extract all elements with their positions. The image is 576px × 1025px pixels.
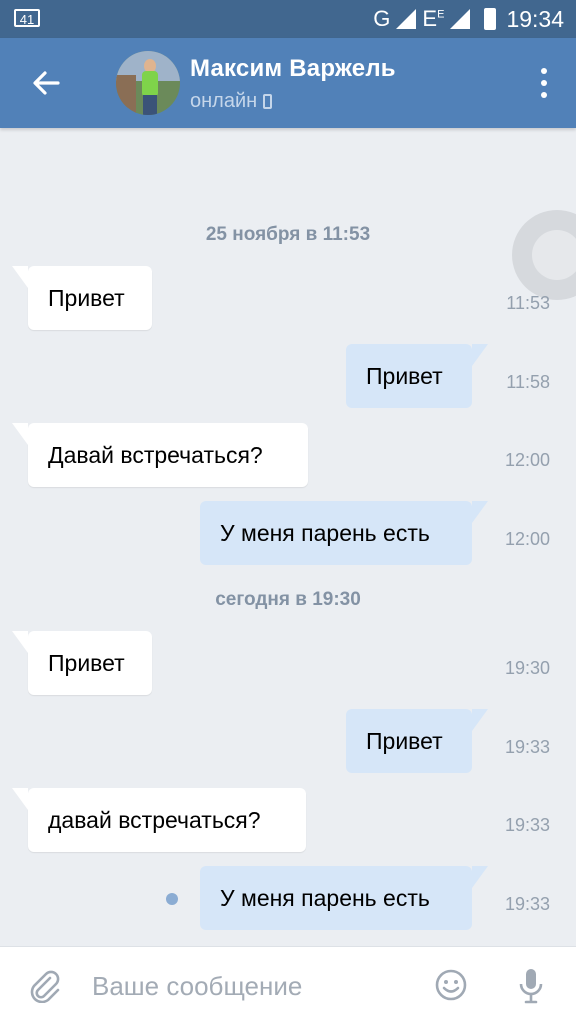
message-time: 12:00: [504, 529, 550, 549]
online-status: онлайн: [190, 90, 273, 113]
message-text: Привет: [48, 284, 125, 311]
message-text: Привет: [366, 727, 443, 754]
online-status-text: онлайн: [190, 90, 258, 112]
date-separator: сегодня в 19:30: [215, 589, 361, 610]
message-incoming[interactable]: Привет: [12, 266, 152, 330]
avatar[interactable]: [116, 51, 180, 115]
status-bar: 41 G EE 19:34: [0, 0, 576, 38]
message-composer: [0, 946, 576, 1025]
chat-header: Максим Варжель онлайн: [0, 38, 576, 128]
message-incoming[interactable]: Давай встречаться?: [12, 423, 308, 487]
message-outgoing[interactable]: Привет: [346, 344, 488, 408]
microphone-icon[interactable]: [516, 967, 546, 1005]
message-time: 11:53: [506, 293, 550, 313]
arrow-left-icon[interactable]: [28, 65, 64, 101]
message-outgoing[interactable]: У меня парень есть: [200, 501, 488, 565]
message-time: 19:33: [504, 894, 550, 914]
message-outgoing[interactable]: Привет: [346, 709, 488, 773]
signal-icon-2: [450, 9, 471, 29]
message-text: Давай встречаться?: [48, 441, 263, 468]
message-time: 19:33: [504, 737, 550, 757]
message-time: 12:00: [504, 450, 550, 470]
network-type-g: G: [373, 6, 391, 31]
status-icons: G EE 19:34: [373, 5, 564, 33]
more-vertical-icon[interactable]: [540, 68, 548, 98]
message-time: 11:58: [506, 372, 550, 392]
message-time: 19:33: [504, 815, 550, 835]
message-text: У меня парень есть: [220, 519, 430, 546]
paperclip-icon[interactable]: [28, 969, 62, 1003]
date-separator: 25 ноября в 11:53: [205, 224, 371, 245]
smile-icon[interactable]: [434, 968, 468, 1002]
mobile-phone-icon: [263, 94, 273, 109]
message-text: Привет: [366, 362, 443, 389]
battery-percent-indicator: 41: [14, 9, 40, 27]
message-incoming[interactable]: давай встречаться?: [12, 788, 306, 852]
message-time: 19:30: [504, 658, 550, 678]
message-text: У меня парень есть: [220, 884, 430, 911]
clock: 19:34: [506, 5, 564, 32]
message-input[interactable]: [92, 969, 412, 1003]
unread-indicator: [166, 893, 178, 905]
contact-name[interactable]: Максим Варжель: [190, 55, 396, 83]
message-outgoing[interactable]: У меня парень есть: [200, 866, 488, 930]
message-text: давай встречаться?: [48, 806, 261, 833]
signal-icon: [396, 9, 417, 29]
network-type-e: EE: [422, 6, 445, 31]
battery-icon: [484, 8, 497, 30]
message-text: Привет: [48, 649, 125, 676]
message-incoming[interactable]: Привет: [12, 631, 152, 695]
